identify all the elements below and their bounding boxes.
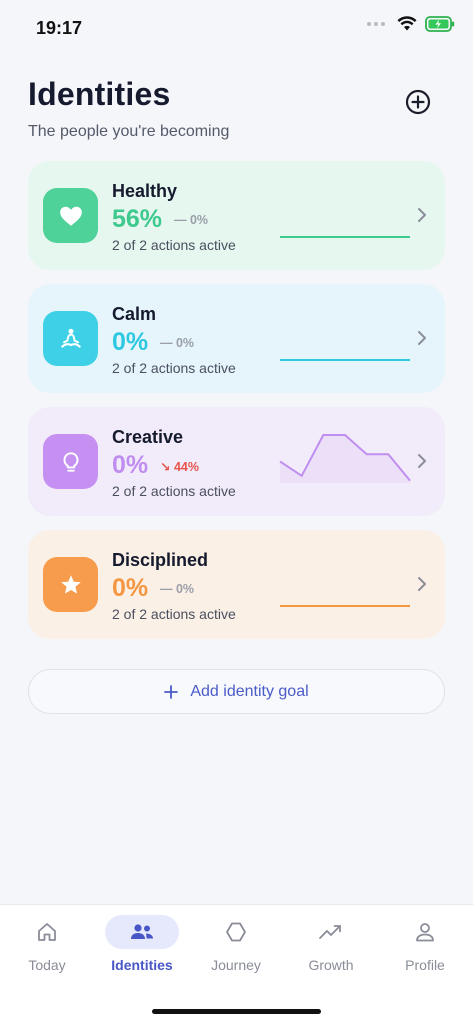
identity-icon-box [43,311,98,366]
tab-identities[interactable]: Identities [105,915,179,973]
tab-profile[interactable]: Profile [388,915,462,973]
heart-icon [59,206,82,226]
tab-label: Profile [405,957,445,973]
plus-icon [164,684,179,699]
sparkline-area [280,435,410,483]
status-bar: 19:17 [0,0,473,56]
identity-percent: 0% [112,574,149,602]
identity-card-calm[interactable]: Calm 0% — 0% 2 of 2 actions active [28,284,445,393]
add-goal-label: Add identity goal [190,682,309,700]
add-identity-button[interactable] [404,88,432,116]
identity-name: Healthy [112,181,178,201]
tab-label: Growth [308,957,354,973]
hexagon-icon [226,922,246,942]
identity-percent: 0% [112,328,149,356]
identity-actions-count: 2 of 2 actions active [112,483,236,499]
identity-sparkline [280,236,410,238]
identity-actions-count: 2 of 2 actions active [112,360,236,376]
identity-trend: — 0% [174,213,209,227]
identity-sparkline [280,605,410,607]
home-indicator [152,1009,321,1014]
identity-card-creative[interactable]: Creative 0% ↘ 44% 2 of 2 actions active [28,407,445,516]
tab-journey[interactable]: Journey [199,915,273,973]
battery-icon [425,16,455,32]
identity-actions-count: 2 of 2 actions active [112,606,236,622]
tab-growth[interactable]: Growth [294,915,368,973]
home-icon [38,923,56,941]
tab-label: Today [28,957,66,973]
tab-label: Identities [111,957,173,973]
lightbulb-icon [63,451,78,472]
status-time: 19:17 [36,18,83,38]
identity-icon-box [43,188,98,243]
signal-icon [367,22,385,26]
page-title: Identities [28,76,171,112]
page-subtitle: The people you're becoming [28,123,230,140]
identity-name: Disciplined [112,550,209,570]
add-identity-goal-button[interactable]: Add identity goal [28,669,445,714]
identity-name: Calm [112,304,157,324]
identity-percent: 0% [112,451,149,479]
chevron-right-icon [418,331,426,345]
identity-name: Creative [112,427,184,447]
chevron-right-icon [418,577,426,591]
user-icon [416,923,434,942]
meditation-icon [60,328,81,348]
tab-label: Journey [211,957,261,973]
identity-card-disciplined[interactable]: Disciplined 0% — 0% 2 of 2 actions activ… [28,530,445,639]
tab-today[interactable]: Today [10,915,84,973]
chevron-right-icon [418,208,426,222]
identity-trend: — 0% [160,336,195,350]
identity-trend: — 0% [160,582,195,596]
identity-icon-box [43,434,98,489]
status-icons [367,16,455,32]
wifi-icon [397,16,417,31]
identity-actions-count: 2 of 2 actions active [112,237,236,253]
identity-card-healthy[interactable]: Healthy 56% — 0% 2 of 2 actions active [28,161,445,270]
people-icon [131,924,153,939]
identity-list: Healthy 56% — 0% 2 of 2 actions active C… [28,161,445,653]
star-icon [60,574,81,594]
identity-icon-box [43,557,98,612]
trend-up-icon [319,925,341,939]
identity-sparkline [279,434,411,483]
identity-trend: ↘ 44% [160,460,199,474]
chevron-right-icon [418,454,426,468]
identity-percent: 56% [112,205,163,233]
tab-bar: Today Identities Journey Growth Profile [0,904,473,1024]
identity-sparkline [280,359,410,361]
